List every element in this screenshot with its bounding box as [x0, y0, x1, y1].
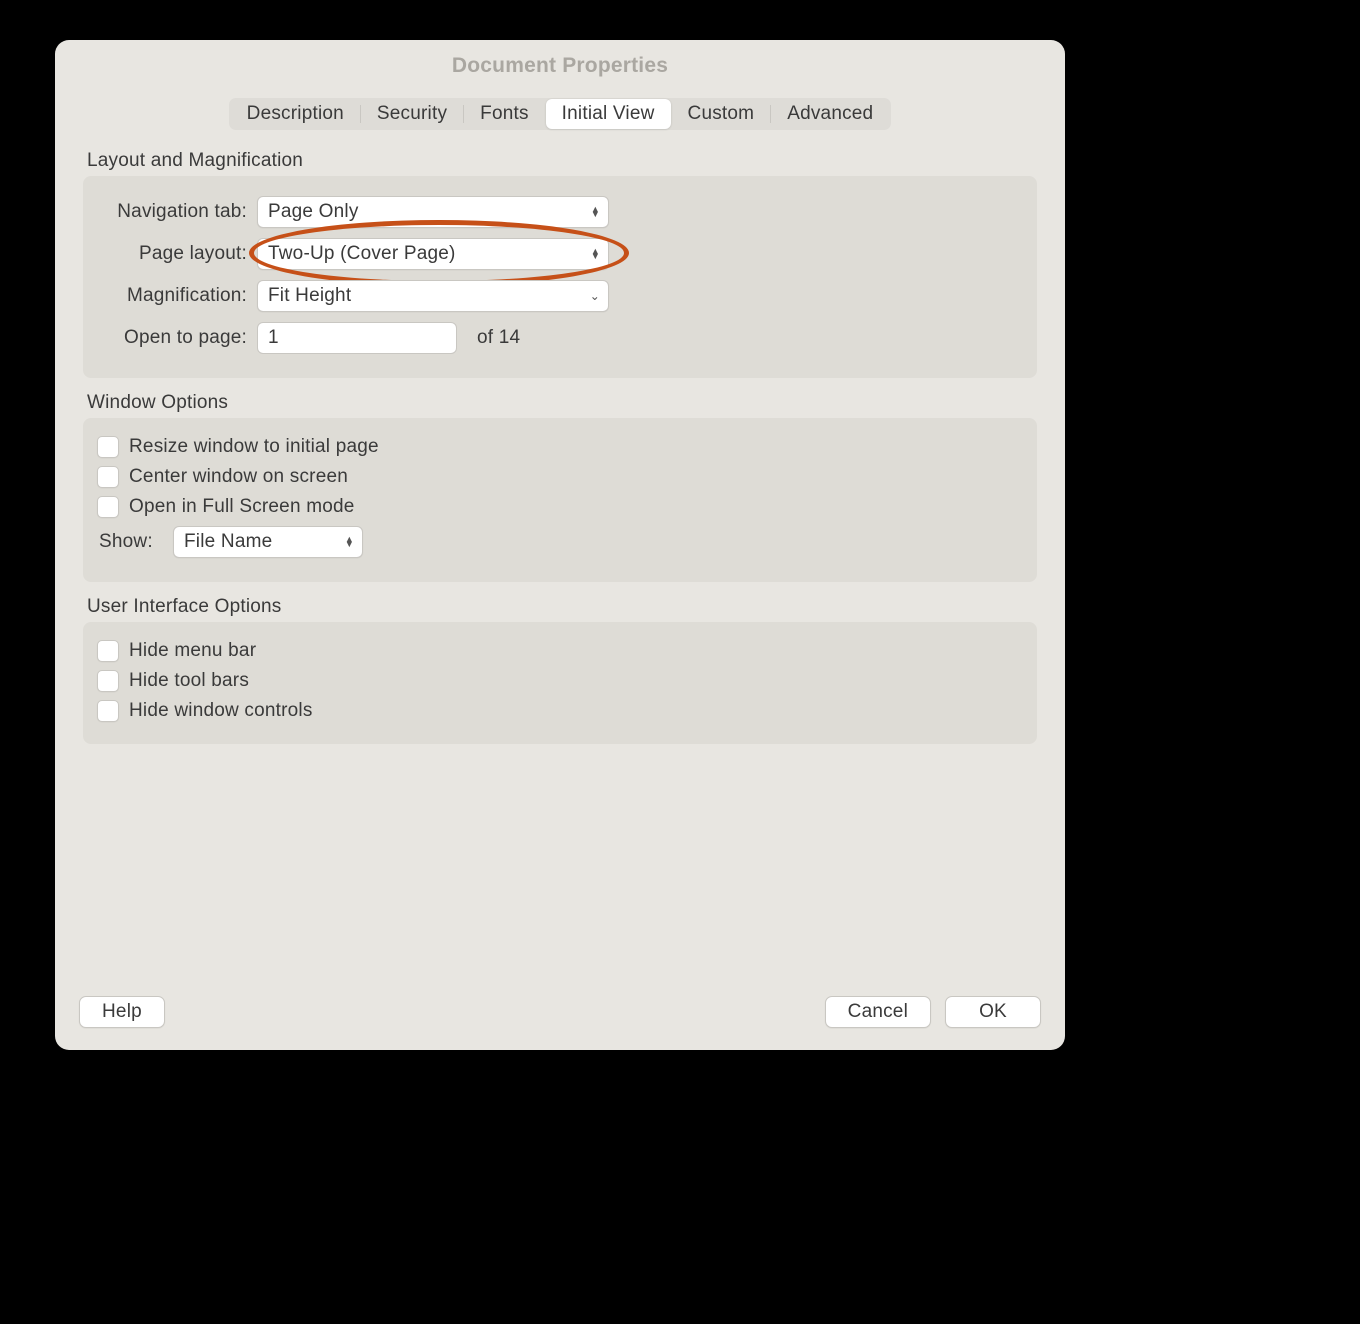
page-count-text: of 14 — [477, 327, 520, 349]
tab-initial-view[interactable]: Initial View — [546, 99, 671, 129]
chevron-down-icon: ⌄ — [590, 290, 600, 302]
hide-window-controls-label: Hide window controls — [129, 700, 313, 722]
layout-mag-heading: Layout and Magnification — [87, 150, 1037, 172]
fullscreen-checkbox[interactable] — [97, 496, 119, 518]
cancel-button[interactable]: Cancel — [825, 996, 931, 1028]
hide-menu-label: Hide menu bar — [129, 640, 256, 662]
magnification-select[interactable]: Fit Height ⌄ — [257, 280, 609, 312]
tab-security[interactable]: Security — [361, 99, 463, 129]
page-layout-label: Page layout: — [97, 243, 257, 265]
navigation-tab-label: Navigation tab: — [97, 201, 257, 223]
open-to-page-input[interactable]: 1 — [257, 322, 457, 354]
document-properties-window: Document Properties Description Security… — [55, 40, 1065, 1050]
help-button[interactable]: Help — [79, 996, 165, 1028]
tab-description[interactable]: Description — [231, 99, 360, 129]
ui-options-group: Hide menu bar Hide tool bars Hide window… — [83, 622, 1037, 744]
window-title: Document Properties — [55, 40, 1065, 92]
magnification-label: Magnification: — [97, 285, 257, 307]
layout-mag-group: Navigation tab: Page Only ▲▼ Page layout… — [83, 176, 1037, 378]
title-text: Document Properties — [452, 54, 668, 78]
hide-toolbars-label: Hide tool bars — [129, 670, 249, 692]
tab-bar: Description Security Fonts Initial View … — [75, 98, 1045, 130]
navigation-tab-value: Page Only — [268, 201, 359, 223]
center-window-label: Center window on screen — [129, 466, 348, 488]
dialog-footer: Help Cancel OK — [55, 986, 1065, 1050]
hide-toolbars-checkbox[interactable] — [97, 670, 119, 692]
open-to-page-value: 1 — [268, 327, 279, 349]
window-options-group: Resize window to initial page Center win… — [83, 418, 1037, 582]
show-label: Show: — [97, 531, 157, 553]
show-select[interactable]: File Name ▲▼ — [173, 526, 363, 558]
tab-advanced[interactable]: Advanced — [771, 99, 889, 129]
center-window-checkbox[interactable] — [97, 466, 119, 488]
ok-button[interactable]: OK — [945, 996, 1041, 1028]
window-options-heading: Window Options — [87, 392, 1037, 414]
updown-icon: ▲▼ — [345, 537, 354, 547]
navigation-tab-select[interactable]: Page Only ▲▼ — [257, 196, 609, 228]
page-layout-value: Two-Up (Cover Page) — [268, 243, 456, 265]
updown-icon: ▲▼ — [591, 249, 600, 259]
tab-custom[interactable]: Custom — [672, 99, 771, 129]
resize-window-checkbox[interactable] — [97, 436, 119, 458]
resize-window-label: Resize window to initial page — [129, 436, 379, 458]
show-value: File Name — [184, 531, 272, 553]
ui-options-heading: User Interface Options — [87, 596, 1037, 618]
magnification-value: Fit Height — [268, 285, 351, 307]
hide-window-controls-checkbox[interactable] — [97, 700, 119, 722]
tab-fonts[interactable]: Fonts — [464, 99, 545, 129]
open-to-page-label: Open to page: — [97, 327, 257, 349]
hide-menu-checkbox[interactable] — [97, 640, 119, 662]
content-area: Layout and Magnification Navigation tab:… — [55, 130, 1065, 986]
page-layout-select[interactable]: Two-Up (Cover Page) ▲▼ — [257, 238, 609, 270]
fullscreen-label: Open in Full Screen mode — [129, 496, 355, 518]
updown-icon: ▲▼ — [591, 207, 600, 217]
